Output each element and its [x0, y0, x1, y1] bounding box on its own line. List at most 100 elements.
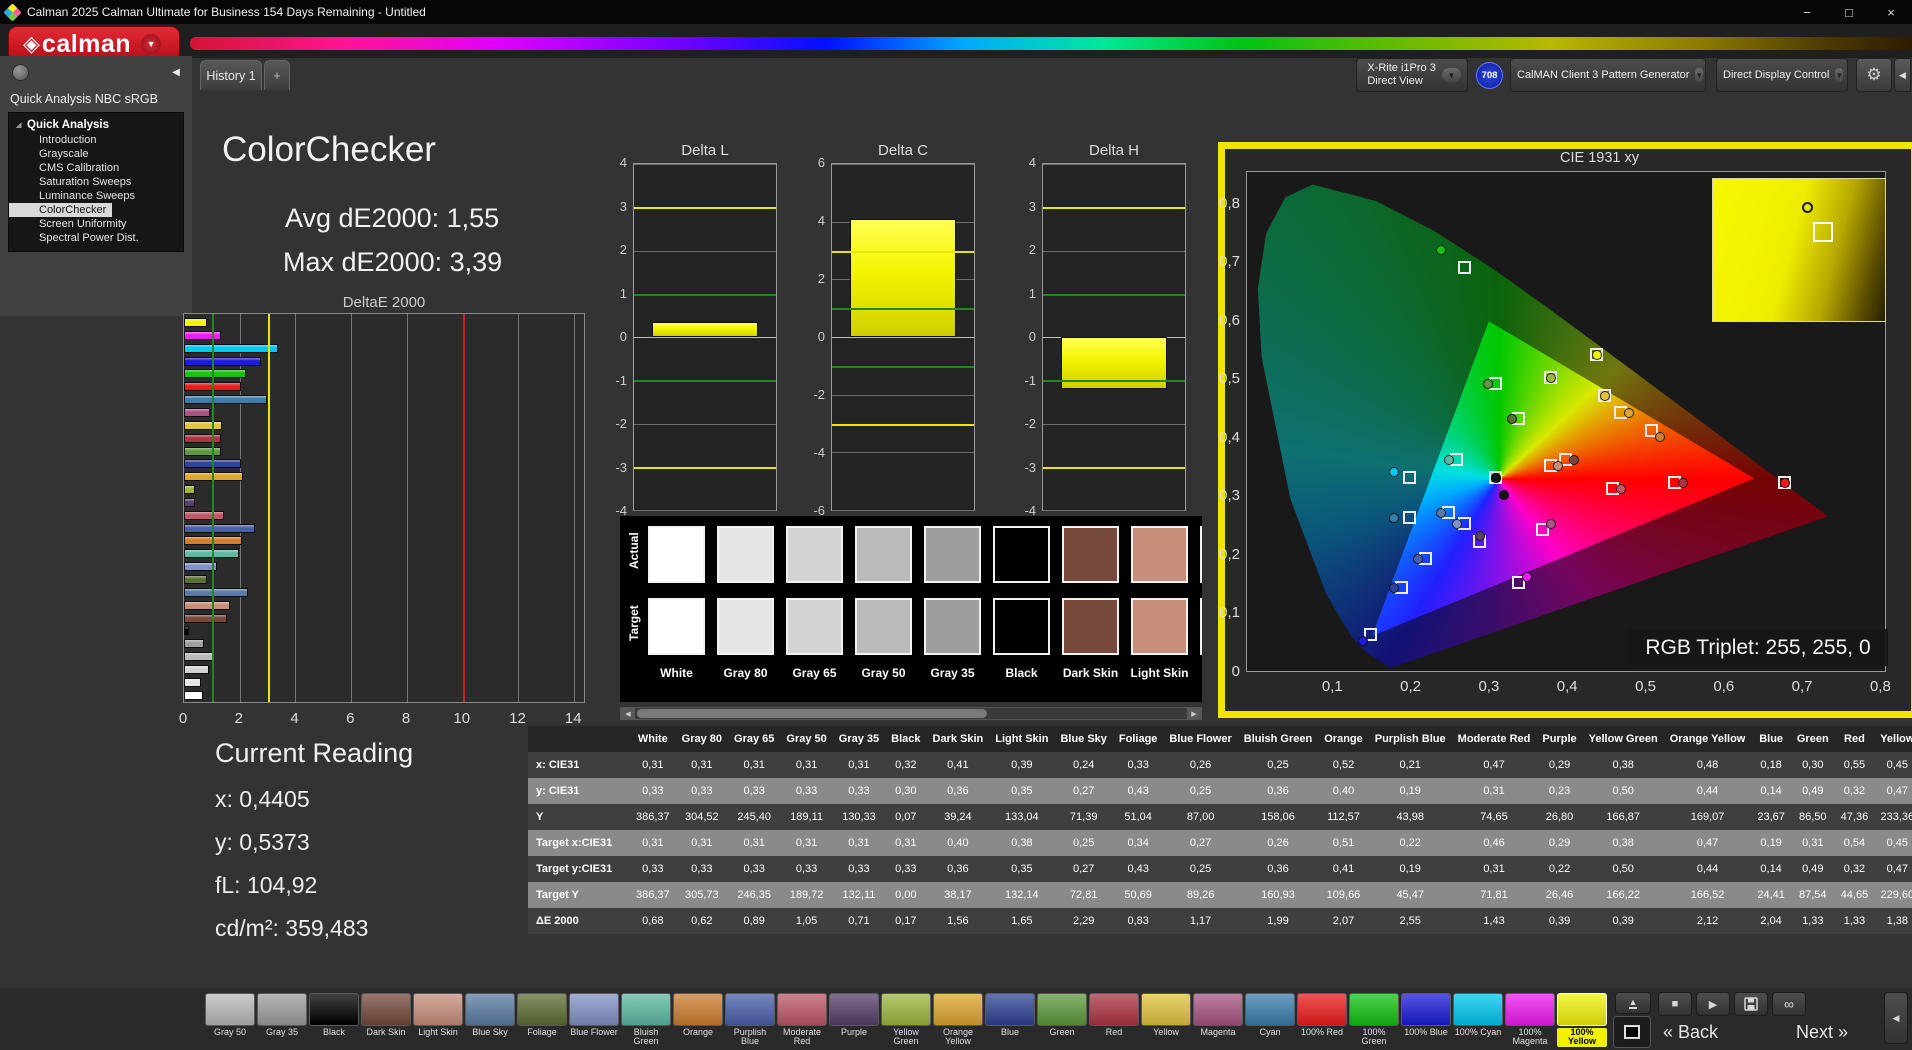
de-axis-label: 12 [509, 710, 526, 727]
table-row-label: Y [528, 804, 630, 830]
stop-icon[interactable]: ■ [1658, 992, 1692, 1016]
target-swatch-light-skin [1131, 598, 1188, 655]
table-cell: 0,49 [1790, 778, 1835, 804]
limit-yellow [634, 207, 776, 210]
pattern-patch-magenta[interactable]: Magenta [1193, 993, 1243, 1037]
actual-swatch-black [993, 526, 1050, 583]
pattern-patch-red[interactable]: Red [1089, 993, 1139, 1037]
pattern-patch-blue-sky[interactable]: Blue Sky [465, 993, 515, 1037]
pattern-patch-yellow[interactable]: Yellow [1141, 993, 1191, 1037]
close-button[interactable]: × [1870, 0, 1912, 24]
pattern-patch-100-red[interactable]: 100% Red [1297, 993, 1347, 1037]
tree-expander-icon[interactable]: ◢ [16, 121, 21, 129]
chevron-down-icon[interactable]: ▼ [1441, 68, 1461, 82]
pattern-patch-gray-35[interactable]: Gray 35 [257, 993, 307, 1037]
scroll-left-icon[interactable]: ◀ [621, 708, 635, 719]
delta-axis-label: 6 [817, 155, 825, 170]
tab-add-button[interactable]: + [264, 60, 290, 90]
scroll-right-icon[interactable]: ▶ [1187, 708, 1201, 719]
pattern-patch-orange[interactable]: Orange [673, 993, 723, 1037]
pattern-patch-purple[interactable]: Purple [829, 993, 879, 1037]
tree-root-quick-analysis[interactable]: ◢ Quick Analysis [9, 118, 183, 133]
pattern-patch-yellow-green[interactable]: Yellow Green [881, 993, 931, 1047]
tab-history-1[interactable]: History 1 [200, 60, 262, 90]
pattern-patch-light-skin[interactable]: Light Skin [413, 993, 463, 1037]
limit-green [211, 314, 214, 702]
sidebar-item-screen-uniformity[interactable]: Screen Uniformity [9, 217, 183, 231]
pattern-patch-foliage[interactable]: Foliage [517, 993, 567, 1037]
de-bar-100-green [184, 369, 247, 379]
sidebar-item-grayscale[interactable]: Grayscale [9, 147, 183, 161]
chevron-down-icon[interactable]: ▼ [1835, 68, 1844, 82]
sidebar-item-spectral-power-dist-[interactable]: Spectral Power Dist. [9, 231, 183, 245]
meter-selector[interactable]: X-Rite i1Pro 3 Direct View ▼ [1356, 58, 1468, 92]
display-control-selector[interactable]: Direct Display Control ▼ [1716, 58, 1848, 92]
pattern-patch-100-yellow[interactable]: 100% Yellow [1557, 993, 1607, 1047]
play-icon[interactable]: ▶ [1696, 992, 1730, 1016]
table-cell: 0,25 [1237, 752, 1319, 778]
loop-icon[interactable]: ∞ [1772, 992, 1806, 1016]
pattern-patch-dark-skin[interactable]: Dark Skin [361, 993, 411, 1037]
sidebar-item-saturation-sweeps[interactable]: Saturation Sweeps [9, 175, 183, 189]
de-bar-gray-35 [184, 639, 204, 649]
pattern-patch-moderate-red[interactable]: Moderate Red [777, 993, 827, 1047]
pattern-window-button[interactable] [1613, 1016, 1651, 1048]
pattern-patch-100-blue[interactable]: 100% Blue [1401, 993, 1451, 1037]
pattern-patch-black[interactable]: Black [309, 993, 359, 1037]
save-icon[interactable] [1734, 992, 1768, 1016]
sidebar-item-cms-calibration[interactable]: CMS Calibration [9, 161, 183, 175]
pattern-patch-orange-yellow[interactable]: Orange Yellow [933, 993, 983, 1047]
patch-color [1349, 993, 1399, 1026]
pattern-patch-100-cyan[interactable]: 100% Cyan [1453, 993, 1503, 1037]
table-cell: 1,33 [1834, 908, 1875, 934]
cie-measured-gray-35 [1490, 472, 1501, 483]
meter-708-badge[interactable]: 708 [1476, 62, 1503, 89]
pattern-generator-selector[interactable]: CalMAN Client 3 Pattern Generator ▼ [1510, 58, 1706, 92]
chevron-down-icon[interactable]: ▼ [1695, 68, 1704, 82]
next-button[interactable]: Next » [1796, 1022, 1848, 1043]
eject-icon[interactable]: ▲ [1615, 992, 1651, 1014]
sidebar-item-luminance-sweeps[interactable]: Luminance Sweeps [9, 189, 183, 203]
table-cell: 0,33 [780, 856, 833, 882]
table-cell: 0,33 [675, 856, 729, 882]
pattern-patch-gray-50[interactable]: Gray 50 [205, 993, 255, 1037]
back-button[interactable]: « Back [1663, 1022, 1718, 1043]
delta-axis-label: -1 [1024, 372, 1036, 388]
minimize-button[interactable]: − [1786, 0, 1828, 24]
table-cell: 89,26 [1163, 882, 1238, 908]
logo-dropdown-chevron-icon[interactable]: ▼ [141, 34, 162, 54]
sidebar-record-icon[interactable] [12, 64, 29, 81]
sidebar-item-colorchecker[interactable]: ColorChecker [9, 203, 113, 217]
table-cell: 0,35 [989, 856, 1055, 882]
measurement-table: White Gray 80 Gray 65 Gray 50 Gray 35 Black Da… [528, 726, 1912, 941]
table-cell: 0,45 [1874, 830, 1912, 856]
maximize-button[interactable]: □ [1828, 0, 1870, 24]
swatch-scrollbar[interactable]: ◀ ▶ [620, 707, 1202, 720]
pattern-patch-100-magenta[interactable]: 100% Magenta [1505, 993, 1555, 1047]
table-cell: 0,36 [1237, 856, 1319, 882]
table-cell: 233,36 [1874, 804, 1912, 830]
pattern-patch-bluish-green[interactable]: Bluish Green [621, 993, 671, 1047]
sidebar-item-introduction[interactable]: Introduction [9, 133, 183, 147]
scrollbar-thumb[interactable] [637, 709, 987, 718]
pattern-patch-blue[interactable]: Blue [985, 993, 1035, 1037]
table-cell: 0,22 [1368, 830, 1452, 856]
collapse-strip-icon[interactable]: ◀ [1884, 992, 1908, 1044]
pattern-patch-cyan[interactable]: Cyan [1245, 993, 1295, 1037]
patch-label: Black [322, 1027, 345, 1037]
patch-color [257, 993, 307, 1026]
pattern-patch-purplish-blue[interactable]: Purplish Blue [725, 993, 775, 1047]
cie-x-tick: 0,4 [1556, 678, 1578, 695]
settings-gear-button[interactable]: ⚙ [1856, 58, 1892, 92]
table-row-label: y: CIE31 [528, 778, 630, 804]
delta-axis-label: -2 [813, 387, 825, 402]
pattern-patch-blue-flower[interactable]: Blue Flower [569, 993, 619, 1037]
pattern-patch-green[interactable]: Green [1037, 993, 1087, 1037]
table-col-header: Gray 80 [675, 726, 729, 752]
cie-x-tick: 0,1 [1321, 678, 1343, 695]
collapse-right-panel-button[interactable]: ◀ [1894, 58, 1911, 92]
pattern-patch-100-green[interactable]: 100% Green [1349, 993, 1399, 1047]
de-bar-red [184, 433, 222, 443]
sidebar-collapse-icon[interactable]: ◀ [168, 64, 184, 81]
cie-x-tick: 0,6 [1713, 678, 1735, 695]
